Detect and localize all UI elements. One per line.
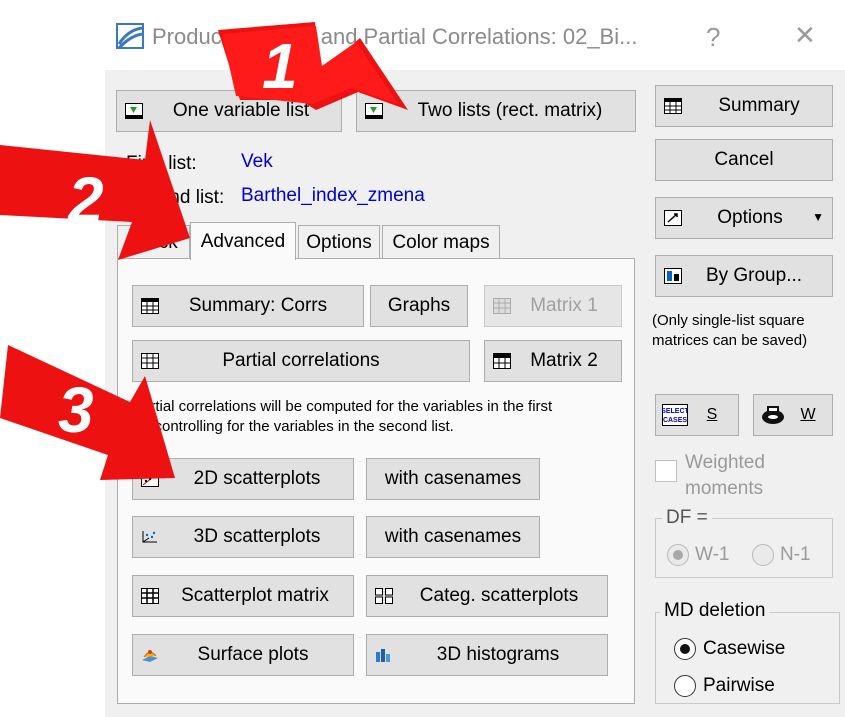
tab-color-maps[interactable]: Color maps <box>382 225 500 259</box>
save-note-line1: (Only single-list square <box>652 312 805 329</box>
table-icon <box>141 353 159 369</box>
annotation-number-2: 2 <box>67 164 104 236</box>
two-lists-button[interactable]: Two lists (rect. matrix) <box>356 90 636 132</box>
surface-plots-button[interactable]: Surface plots <box>132 634 354 676</box>
partial-correlations-note-line2: list controlling for the variables in th… <box>132 418 454 435</box>
options-button[interactable]: Options ▼ <box>655 197 833 239</box>
tab-options[interactable]: Options <box>298 225 380 259</box>
partial-correlations-button[interactable]: Partial correlations <box>132 340 470 382</box>
summary-corrs-label: Summary: Corrs <box>188 295 328 316</box>
scatterplots-2d-button[interactable]: 2D scatterplots <box>132 458 354 500</box>
annotation-number-3: 3 <box>58 374 94 446</box>
matrix1-button[interactable]: Matrix 1 <box>484 285 622 327</box>
scatterplots-3d-label: 3D scatterplots <box>193 526 321 547</box>
one-variable-list-button[interactable]: One variable list <box>116 90 342 132</box>
first-list-value[interactable]: Vek <box>241 151 273 173</box>
first-list-label: First list: <box>126 153 197 174</box>
matrix-icon <box>493 353 511 369</box>
graphs-button[interactable]: Graphs <box>370 285 468 327</box>
casewise-label: Casewise <box>703 638 786 659</box>
select-cases-icon: SELECT CASES <box>661 404 690 426</box>
save-note-line2: matrices can be saved) <box>652 332 808 349</box>
scatter-matrix-icon <box>141 588 159 604</box>
scatterplots-3d-button[interactable]: 3D scatterplots <box>132 516 354 558</box>
svg-text:SELECT: SELECT <box>662 408 688 415</box>
histogram-3d-icon <box>375 647 393 663</box>
matrix1-label: Matrix 1 <box>530 295 598 316</box>
summary-table-icon <box>664 98 682 114</box>
options-icon <box>664 210 682 226</box>
matrix2-button[interactable]: Matrix 2 <box>484 340 622 382</box>
pairwise-radio[interactable] <box>674 675 696 697</box>
radio-selected-dot <box>673 550 683 560</box>
surface-plot-icon <box>141 647 159 663</box>
radio-selected-dot <box>680 644 690 654</box>
summary-label: Summary <box>718 95 800 116</box>
weighted-moments-label-line2: moments <box>685 478 764 499</box>
summary-table-icon <box>141 298 159 314</box>
df-n1-label: N-1 <box>780 544 811 565</box>
tab-quick[interactable]: Quick <box>117 225 190 259</box>
with-casenames-2d-button[interactable]: with casenames <box>366 458 540 500</box>
matrix2-label: Matrix 2 <box>530 350 598 371</box>
histograms-3d-button[interactable]: 3D histograms <box>366 634 608 676</box>
scatterplot-icon <box>141 471 159 487</box>
matrix-icon <box>493 298 511 314</box>
weight-button[interactable]: W <box>753 394 833 436</box>
df-n1-radio[interactable] <box>752 544 774 566</box>
categ-scatterplots-label: Categ. scatterplots <box>419 585 579 606</box>
df-label: DF = <box>662 507 712 529</box>
pairwise-label: Pairwise <box>703 675 775 696</box>
tab-advanced[interactable]: Advanced <box>190 222 296 260</box>
variable-list-icon <box>365 103 383 119</box>
options-label: Options <box>717 207 783 228</box>
weighted-moments-checkbox[interactable] <box>655 460 677 482</box>
scatterplots-2d-label: 2D scatterplots <box>193 468 321 489</box>
histograms-3d-label: 3D histograms <box>436 644 560 665</box>
one-variable-list-label: One variable list <box>172 100 310 121</box>
second-list-label: Second list: <box>126 187 225 208</box>
df-w1-radio[interactable] <box>667 544 689 566</box>
partial-correlations-note-line1: Partial correlations will be computed fo… <box>132 398 553 415</box>
by-group-icon <box>664 268 682 284</box>
with-casenames-3d-button[interactable]: with casenames <box>366 516 540 558</box>
chevron-down-icon: ▼ <box>812 210 824 224</box>
partial-correlations-label: Partial correlations <box>222 350 380 371</box>
weighted-moments-label-line1: Weighted <box>685 452 765 473</box>
scatterplot-matrix-label: Scatterplot matrix <box>181 585 329 606</box>
select-cases-button[interactable]: SELECT CASES S <box>655 394 739 436</box>
by-group-button[interactable]: By Group... <box>655 255 833 297</box>
summary-button[interactable]: Summary <box>655 85 833 127</box>
app-logo-icon <box>116 22 144 50</box>
second-list-value[interactable]: Barthel_index_zmena <box>241 185 425 207</box>
close-button[interactable]: ✕ <box>794 20 816 51</box>
surface-plots-label: Surface plots <box>197 644 309 665</box>
md-deletion-label: MD deletion <box>660 600 770 622</box>
casewise-radio[interactable] <box>674 638 696 660</box>
by-group-label: By Group... <box>705 265 803 286</box>
help-button[interactable]: ? <box>706 22 720 53</box>
summary-corrs-button[interactable]: Summary: Corrs <box>132 285 364 327</box>
df-w1-label: W-1 <box>695 544 730 565</box>
cancel-button[interactable]: Cancel <box>655 139 833 181</box>
two-lists-label: Two lists (rect. matrix) <box>417 100 603 121</box>
window-title: Product-Moment and Partial Correlations:… <box>152 24 638 49</box>
weight-icon <box>760 405 786 425</box>
categ-scatterplots-button[interactable]: Categ. scatterplots <box>366 575 608 617</box>
svg-text:CASES: CASES <box>663 417 687 424</box>
scatterplot-matrix-button[interactable]: Scatterplot matrix <box>132 575 354 617</box>
categ-grid-icon <box>375 588 393 604</box>
variable-list-icon <box>125 103 143 119</box>
scatter-3d-icon <box>141 529 159 545</box>
